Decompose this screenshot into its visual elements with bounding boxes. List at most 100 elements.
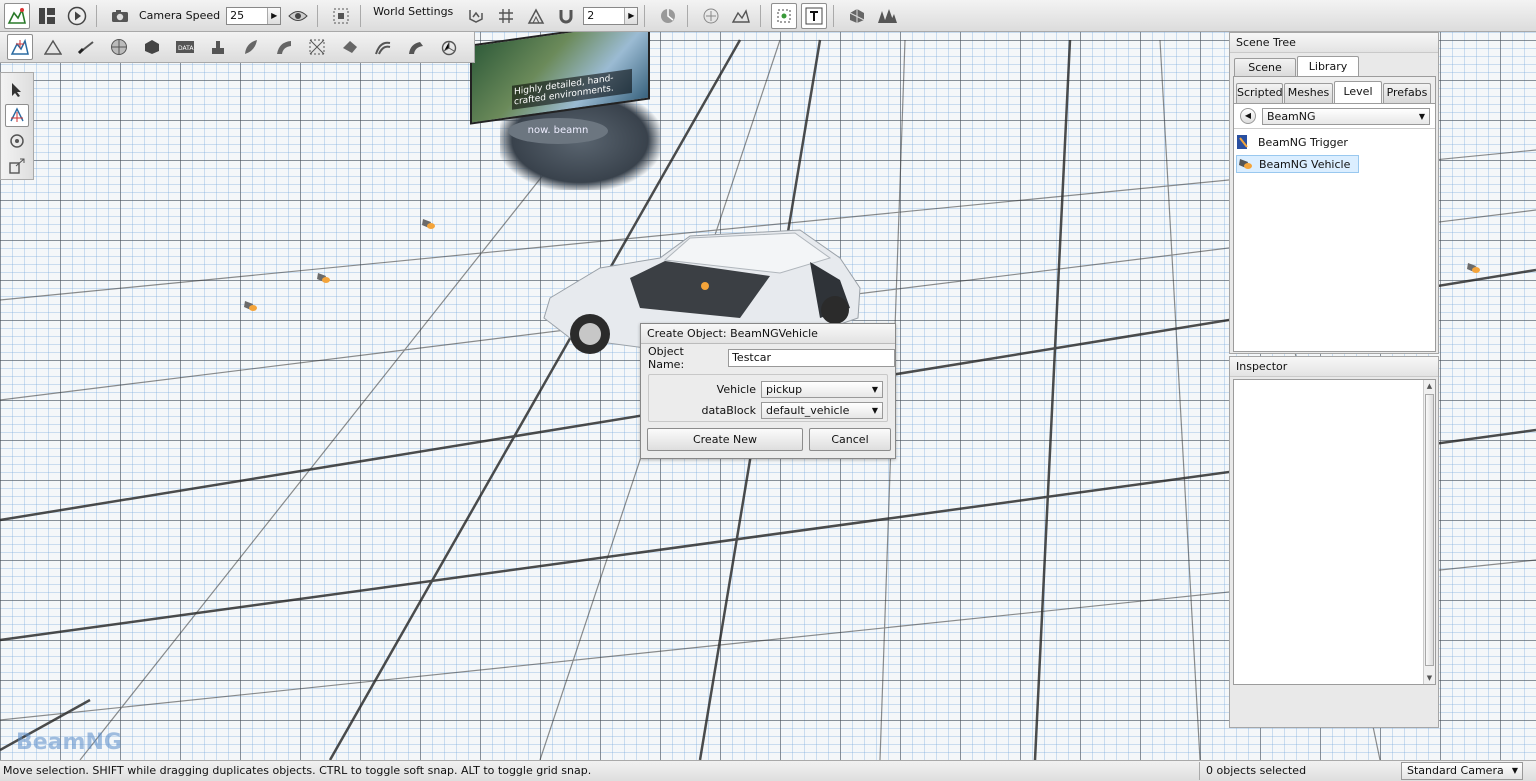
object-name-input[interactable]: Testcar xyxy=(728,349,895,367)
snap-size-spinner[interactable]: 2 ▶ xyxy=(583,6,639,25)
camera-mode-dropdown[interactable]: Standard Camera ▼ xyxy=(1401,762,1523,780)
trigger-icon xyxy=(1237,135,1248,149)
vehicle-icon xyxy=(1239,159,1252,169)
forest-editor-icon[interactable] xyxy=(238,34,264,60)
tab-meshes[interactable]: Meshes xyxy=(1284,83,1333,103)
particle-icon[interactable] xyxy=(436,34,462,60)
inspector-scrollbar[interactable]: ▲ ▼ xyxy=(1423,380,1435,684)
scene-tree-title: Scene Tree xyxy=(1230,33,1438,53)
object-name-label: Object Name: xyxy=(648,345,685,371)
rotate-snap-icon[interactable] xyxy=(655,3,681,29)
toolbar-separator xyxy=(96,4,97,27)
library-container: Scripted Meshes Level Prefabs ◀ BeamNG ▼ … xyxy=(1233,76,1436,352)
spinner-arrow-icon[interactable]: ▶ xyxy=(267,7,281,24)
spotlight-icon[interactable] xyxy=(420,216,436,232)
datablock-dropdown[interactable]: default_vehicle ▼ xyxy=(761,401,883,419)
editor-tools-toolbar: DATA xyxy=(0,32,475,63)
spotlight-icon[interactable] xyxy=(1465,260,1481,276)
terrain-editor-icon[interactable] xyxy=(40,34,66,60)
river-icon[interactable] xyxy=(337,34,363,60)
camera-icon[interactable] xyxy=(107,3,133,29)
tab-level[interactable]: Level xyxy=(1334,81,1382,103)
spotlight-icon[interactable] xyxy=(242,298,258,314)
library-body: ◀ BeamNG ▼ BeamNG Trigger BeamNG Vehicle xyxy=(1234,103,1435,351)
move-gizmo-icon[interactable] xyxy=(5,103,29,127)
library-item-label: BeamNG Trigger xyxy=(1258,135,1348,149)
datablock-label: dataBlock xyxy=(701,403,756,417)
back-arrow-icon[interactable]: ◀ xyxy=(1240,108,1256,124)
camera-speed-value[interactable]: 25 xyxy=(227,9,267,22)
beamng-watermark-logo: BeamNG xyxy=(16,730,122,755)
tab-scripted[interactable]: Scripted xyxy=(1236,83,1283,103)
decal-icon[interactable] xyxy=(205,34,231,60)
chevron-down-icon: ▼ xyxy=(871,384,878,394)
scale-gizmo-icon[interactable] xyxy=(5,155,29,179)
library-item-beamng-trigger[interactable]: BeamNG Trigger xyxy=(1236,133,1356,151)
text-icon[interactable] xyxy=(801,2,828,29)
scene-tree-tabs: Scene Library xyxy=(1234,56,1360,78)
vehicle-field: Vehicle pickup ▼ xyxy=(653,379,883,399)
scrollbar-thumb[interactable] xyxy=(1425,394,1434,666)
bounds-snap-icon[interactable] xyxy=(523,3,549,29)
object-name-row: Object Name: Testcar xyxy=(641,345,895,371)
vehicle-dropdown[interactable]: pickup ▼ xyxy=(761,380,883,398)
tab-scene[interactable]: Scene xyxy=(1234,58,1296,78)
transform-tools-palette xyxy=(0,72,34,180)
category-dropdown[interactable]: BeamNG ▼ xyxy=(1262,108,1430,125)
terrain-icon[interactable] xyxy=(728,3,754,29)
datablock-dropdown-value: default_vehicle xyxy=(766,403,850,417)
grid-snap-icon[interactable] xyxy=(493,3,519,29)
rotate-gizmo-icon[interactable] xyxy=(5,129,29,153)
snap-size-value[interactable]: 2 xyxy=(584,9,624,22)
magnet-icon[interactable] xyxy=(553,3,579,29)
road-icon[interactable] xyxy=(370,34,396,60)
selection-count: 0 objects selected xyxy=(1199,762,1306,780)
library-item-beamng-vehicle[interactable]: BeamNG Vehicle xyxy=(1236,155,1360,173)
library-item-label: BeamNG Vehicle xyxy=(1259,157,1351,171)
play-icon[interactable] xyxy=(64,3,90,29)
chevron-down-icon: ▼ xyxy=(1418,112,1425,121)
cancel-button[interactable]: Cancel xyxy=(809,428,891,451)
scroll-up-icon[interactable]: ▲ xyxy=(1424,380,1435,392)
mesh-icon[interactable] xyxy=(844,3,870,29)
terrain-painter-icon[interactable] xyxy=(73,34,99,60)
scene-tree-panel: Scene Tree Scene Library Scripted Meshes… xyxy=(1229,32,1439,354)
sketch-icon[interactable] xyxy=(139,34,165,60)
arrow-select-icon[interactable] xyxy=(5,78,29,102)
camera-speed-label: Camera Speed xyxy=(139,9,221,22)
mesh-road-icon[interactable] xyxy=(271,34,297,60)
material-icon[interactable] xyxy=(106,34,132,60)
toolbar-separator xyxy=(317,4,319,27)
decal-road-icon[interactable] xyxy=(403,34,429,60)
inspector-title: Inspector xyxy=(1230,357,1438,377)
vehicle-dropdown-value: pickup xyxy=(766,382,803,396)
datablock-field: dataBlock default_vehicle ▼ xyxy=(653,400,883,420)
navmesh-icon[interactable] xyxy=(304,34,330,60)
forest-icon[interactable] xyxy=(874,3,900,29)
datablock-icon[interactable]: DATA xyxy=(172,34,198,60)
create-new-button[interactable]: Create New xyxy=(647,428,803,451)
snap-to-terrain-icon[interactable] xyxy=(463,3,489,29)
select-icon[interactable] xyxy=(698,3,724,29)
dialog-title: Create Object: BeamNGVehicle xyxy=(641,324,895,344)
camera-speed-spinner[interactable]: 25 ▶ xyxy=(226,6,282,25)
library-subtabs: Scripted Meshes Level Prefabs xyxy=(1236,81,1432,103)
fit-view-icon[interactable] xyxy=(328,3,354,29)
toolbar-separator xyxy=(360,4,362,27)
tab-library[interactable]: Library xyxy=(1297,56,1359,78)
chevron-down-icon: ▼ xyxy=(1511,766,1518,775)
object-editor-icon[interactable] xyxy=(7,34,33,60)
toolbar-separator xyxy=(760,4,762,27)
spinner-arrow-icon[interactable]: ▶ xyxy=(624,7,638,24)
create-object-dialog: Create Object: BeamNGVehicle Object Name… xyxy=(640,323,896,459)
toolbar-separator xyxy=(833,4,835,27)
layout-icon[interactable] xyxy=(34,3,60,29)
gizmo-icon[interactable] xyxy=(771,2,798,29)
editor-mode-icon[interactable] xyxy=(4,2,30,29)
billboard-caption: Highly detailed, hand-crafted environmen… xyxy=(512,68,632,110)
main-toolbar: Camera Speed 25 ▶ World Settings 2 ▶ xyxy=(0,0,1536,32)
tab-prefabs[interactable]: Prefabs xyxy=(1383,83,1431,103)
scroll-down-icon[interactable]: ▼ xyxy=(1424,672,1435,684)
visibility-eye-icon[interactable] xyxy=(285,3,311,29)
spotlight-icon[interactable] xyxy=(315,270,331,286)
